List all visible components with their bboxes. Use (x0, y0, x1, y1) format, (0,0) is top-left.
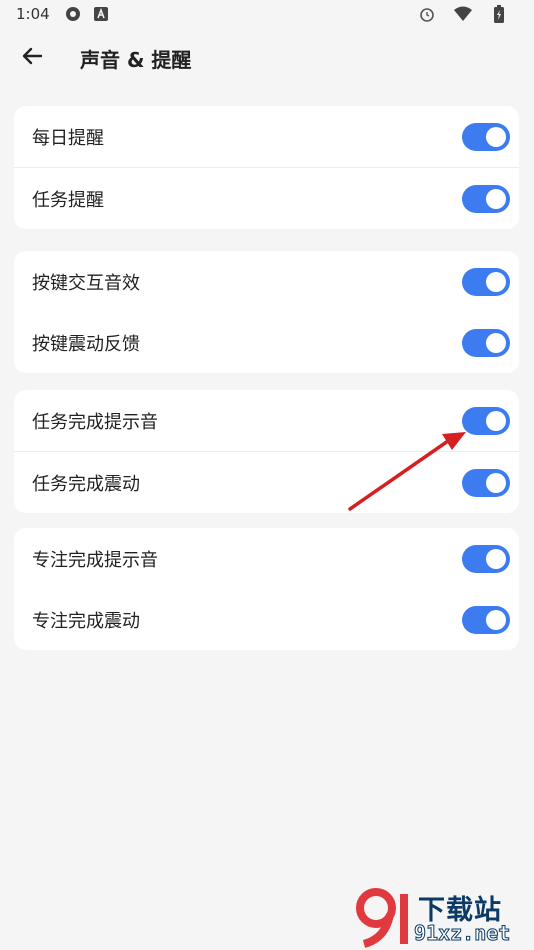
setting-label: 专注完成提示音 (32, 549, 158, 571)
setting-row[interactable]: 每日提醒 (14, 106, 519, 167)
toggle-knob (486, 188, 506, 209)
key-vibration-toggle[interactable] (462, 328, 510, 357)
watermark-domain: 91xz.net (413, 921, 511, 946)
a-badge-icon (92, 5, 110, 23)
setting-row[interactable]: 专注完成震动 (14, 589, 519, 650)
toggle-knob (486, 271, 506, 292)
app-bar: 声音 & 提醒 (0, 32, 534, 84)
focus-complete-vibration-toggle[interactable] (462, 605, 510, 634)
settings-icon (64, 5, 82, 23)
setting-label: 专注完成震动 (32, 610, 140, 632)
battery-icon (490, 5, 508, 23)
watermark-91-icon (356, 888, 408, 948)
toggle-knob (486, 332, 506, 353)
setting-label: 每日提醒 (32, 127, 104, 149)
setting-row[interactable]: 按键交互音效 (14, 251, 519, 312)
daily-reminder-toggle[interactable] (462, 122, 510, 151)
task-complete-vibration-toggle[interactable] (462, 468, 510, 497)
setting-row[interactable]: 专注完成提示音 (14, 528, 519, 589)
settings-group-focus-complete: 专注完成提示音 专注完成震动 (14, 528, 519, 650)
setting-row[interactable]: 任务完成提示音 (14, 390, 519, 451)
status-bar: 1:04 (0, 0, 534, 28)
settings-group-keys: 按键交互音效 按键震动反馈 (14, 251, 519, 373)
settings-group-reminders: 每日提醒 任务提醒 (14, 106, 519, 229)
setting-row[interactable]: 按键震动反馈 (14, 312, 519, 373)
wifi-icon (454, 5, 472, 23)
setting-label: 按键交互音效 (32, 272, 140, 294)
setting-label: 任务完成提示音 (32, 411, 158, 433)
back-button[interactable] (8, 34, 56, 82)
toggle-knob (486, 410, 506, 431)
alarm-icon (418, 5, 436, 23)
key-sound-toggle[interactable] (462, 267, 510, 296)
setting-label: 按键震动反馈 (32, 333, 140, 355)
toggle-knob (486, 609, 506, 630)
toggle-knob (486, 548, 506, 569)
setting-row[interactable]: 任务完成震动 (14, 452, 519, 513)
status-time: 1:04 (16, 5, 50, 23)
setting-row[interactable]: 任务提醒 (14, 168, 519, 229)
focus-complete-sound-toggle[interactable] (462, 544, 510, 573)
task-complete-sound-toggle[interactable] (462, 406, 510, 435)
watermark-logo: 下载站 91xz.net (352, 888, 530, 948)
toggle-knob (486, 126, 506, 147)
setting-label: 任务完成震动 (32, 473, 140, 495)
toggle-knob (486, 472, 506, 493)
page-title: 声音 & 提醒 (80, 47, 192, 72)
setting-label: 任务提醒 (32, 189, 104, 211)
task-reminder-toggle[interactable] (462, 184, 510, 213)
settings-group-task-complete: 任务完成提示音 任务完成震动 (14, 390, 519, 513)
arrow-left-icon (21, 45, 43, 71)
